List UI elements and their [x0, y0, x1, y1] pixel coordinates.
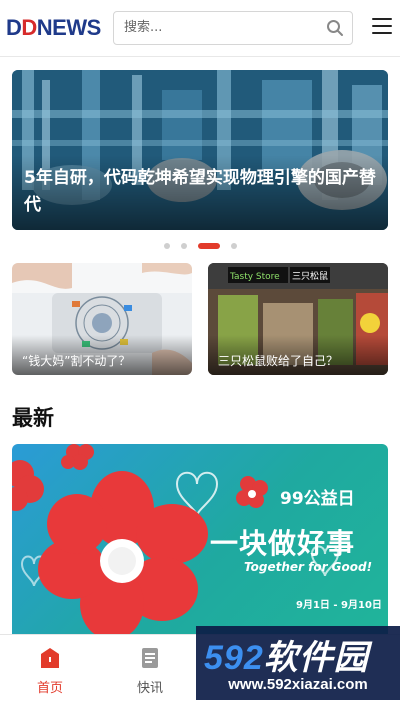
- carousel-indicator: [0, 240, 400, 250]
- site-logo[interactable]: D D NEWS: [6, 15, 101, 41]
- document-icon: [142, 648, 158, 668]
- watermark-brand-number: 592: [204, 639, 264, 677]
- carousel-dot[interactable]: [164, 243, 170, 249]
- store-sign-text: 三只松鼠: [292, 270, 328, 282]
- top-header: D D NEWS: [0, 0, 400, 57]
- news-card-three-squirrels[interactable]: Tasty Store 三只松鼠 三只松鼠败给了自己？: [208, 263, 388, 375]
- nav-item-flash[interactable]: 快讯: [100, 635, 200, 701]
- search-box: [113, 11, 353, 45]
- banner-tag: 99公益日: [280, 489, 355, 509]
- logo-text: NEWS: [36, 15, 102, 40]
- svg-text:Tasty Store: Tasty Store: [229, 272, 280, 282]
- news-card-qiandama[interactable]: “钱大妈”割不动了？: [12, 263, 192, 375]
- carousel-dot[interactable]: [231, 243, 237, 249]
- home-icon: [41, 648, 59, 668]
- logo-letter-d1: D: [6, 15, 22, 40]
- banner-headline: 一块做好事: [210, 527, 356, 560]
- nav-item-home[interactable]: 首页: [0, 635, 100, 701]
- watermark-brand-text: 软件园: [263, 639, 369, 677]
- carousel-dot-active[interactable]: [198, 243, 220, 249]
- watermark-592-logo: 592软件园 www.592xiazai.com: [196, 626, 400, 700]
- latest-section-heading: 最新: [12, 406, 54, 430]
- search-input[interactable]: [114, 12, 314, 42]
- carousel-slide[interactable]: 5年自研，代码乾坤希望实现物理引擎的国产替代: [12, 70, 388, 230]
- banner-dates: 9月1日 - 9月10日: [296, 600, 382, 611]
- card-caption: “钱大妈”割不动了？: [22, 354, 131, 368]
- banner-slogan: Together for Good!: [244, 560, 373, 574]
- watermark-brand: 592软件园: [204, 630, 369, 679]
- carousel-dot[interactable]: [181, 243, 187, 249]
- watermark-url: www.592xiazai.com: [228, 676, 368, 693]
- logo-letter-d2: D: [21, 15, 37, 40]
- nav-label-flash: 快讯: [136, 681, 163, 696]
- card-caption: 三只松鼠败给了自己？: [218, 354, 339, 368]
- hamburger-menu-icon[interactable]: [372, 18, 392, 36]
- nav-label-home: 首页: [36, 681, 63, 696]
- featured-article-banner[interactable]: 99公益日 一块做好事 Together for Good! 9月1日 - 9月…: [12, 444, 388, 644]
- search-icon[interactable]: [326, 19, 344, 37]
- carousel-title[interactable]: 5年自研，代码乾坤希望实现物理引擎的国产替代: [24, 165, 376, 219]
